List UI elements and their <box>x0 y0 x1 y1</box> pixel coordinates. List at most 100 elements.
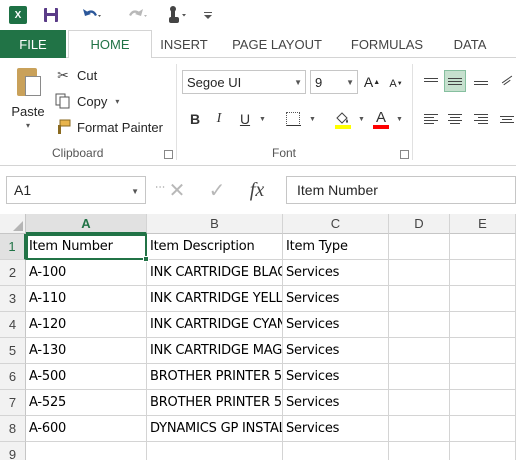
cell-c3[interactable]: Services <box>283 286 389 312</box>
save-button[interactable] <box>40 4 62 26</box>
cell-b3[interactable]: INK CARTRIDGE YELLOW <box>147 286 283 312</box>
font-size-select[interactable]: 9 ▼ <box>310 70 358 94</box>
decrease-indent-button[interactable] <box>496 108 516 130</box>
cell-b9[interactable] <box>147 442 283 460</box>
align-left-button[interactable] <box>420 108 442 130</box>
cell-a9[interactable] <box>26 442 147 460</box>
orientation-button[interactable] <box>496 70 516 92</box>
borders-dropdown-icon[interactable]: ▼ <box>309 116 316 123</box>
tab-insert[interactable]: INSERT <box>152 30 216 58</box>
bold-button[interactable]: B <box>186 108 204 130</box>
cell-b5[interactable]: INK CARTRIDGE MAGENTA <box>147 338 283 364</box>
tab-page-layout[interactable]: PAGE LAYOUT <box>222 30 332 58</box>
cell-d4[interactable] <box>389 312 450 338</box>
tab-file[interactable]: FILE <box>0 30 66 58</box>
cell-d7[interactable] <box>389 390 450 416</box>
cell-c2[interactable]: Services <box>283 260 389 286</box>
cell-e1[interactable] <box>450 234 516 260</box>
fill-color-button[interactable] <box>332 108 354 130</box>
italic-button[interactable]: I <box>210 108 228 130</box>
undo-button[interactable] <box>74 4 110 26</box>
cell-d8[interactable] <box>389 416 450 442</box>
column-header-a[interactable]: A <box>26 214 147 234</box>
cell-a1[interactable]: Item Number <box>26 234 147 260</box>
cell-e6[interactable] <box>450 364 516 390</box>
cell-d3[interactable] <box>389 286 450 312</box>
row-header-7[interactable]: 7 <box>0 390 26 416</box>
cell-c7[interactable]: Services <box>283 390 389 416</box>
underline-button[interactable]: U <box>234 108 256 130</box>
enter-entry-button[interactable]: ✓ <box>204 176 230 204</box>
cell-b1[interactable]: Item Description <box>147 234 283 260</box>
cell-c8[interactable]: Services <box>283 416 389 442</box>
paste-dropdown-icon[interactable]: ▾ <box>26 121 30 130</box>
paste-button[interactable]: Paste ▾ <box>6 64 50 140</box>
fill-color-dropdown-icon[interactable]: ▼ <box>358 116 365 123</box>
borders-button[interactable] <box>282 108 304 130</box>
copy-dropdown-icon[interactable]: ▾ <box>115 97 119 106</box>
cell-e9[interactable] <box>450 442 516 460</box>
row-header-5[interactable]: 5 <box>0 338 26 364</box>
align-right-button[interactable] <box>470 108 492 130</box>
column-header-d[interactable]: D <box>389 214 450 234</box>
font-color-dropdown-icon[interactable]: ▼ <box>396 116 403 123</box>
column-header-c[interactable]: C <box>283 214 389 234</box>
cell-c4[interactable]: Services <box>283 312 389 338</box>
cell-e8[interactable] <box>450 416 516 442</box>
cell-e5[interactable] <box>450 338 516 364</box>
cell-c9[interactable] <box>283 442 389 460</box>
cell-d2[interactable] <box>389 260 450 286</box>
customize-qat-button[interactable] <box>200 4 216 26</box>
align-center-button[interactable] <box>444 108 466 130</box>
redo-button[interactable] <box>120 4 156 26</box>
cell-a8[interactable]: A-600 <box>26 416 147 442</box>
select-all-button[interactable] <box>0 214 26 234</box>
row-header-4[interactable]: 4 <box>0 312 26 338</box>
align-middle-button[interactable] <box>444 70 466 92</box>
column-header-e[interactable]: E <box>450 214 516 234</box>
font-color-button[interactable]: A <box>370 108 392 130</box>
cell-c5[interactable]: Services <box>283 338 389 364</box>
increase-font-size-button[interactable]: A ▲ <box>362 72 382 92</box>
cell-e2[interactable] <box>450 260 516 286</box>
insert-function-button[interactable]: fx <box>244 176 270 204</box>
underline-dropdown-icon[interactable]: ▼ <box>259 116 266 123</box>
clipboard-dialog-launcher-icon[interactable] <box>164 150 173 159</box>
cell-a3[interactable]: A-110 <box>26 286 147 312</box>
decrease-font-size-button[interactable]: A ▼ <box>386 74 406 94</box>
cell-d1[interactable] <box>389 234 450 260</box>
cell-c6[interactable]: Services <box>283 364 389 390</box>
column-header-b[interactable]: B <box>147 214 283 234</box>
row-header-2[interactable]: 2 <box>0 260 26 286</box>
touch-mode-button[interactable] <box>160 4 194 26</box>
cell-a2[interactable]: A-100 <box>26 260 147 286</box>
cell-d6[interactable] <box>389 364 450 390</box>
cell-e4[interactable] <box>450 312 516 338</box>
cell-b4[interactable]: INK CARTRIDGE CYAN <box>147 312 283 338</box>
cell-e3[interactable] <box>450 286 516 312</box>
fill-handle[interactable] <box>143 256 149 262</box>
cell-e7[interactable] <box>450 390 516 416</box>
align-top-button[interactable] <box>420 70 442 92</box>
row-header-8[interactable]: 8 <box>0 416 26 442</box>
cell-d9[interactable] <box>389 442 450 460</box>
cell-a6[interactable]: A-500 <box>26 364 147 390</box>
cell-b2[interactable]: INK CARTRIDGE BLACK <box>147 260 283 286</box>
cell-c1[interactable]: Item Type <box>283 234 389 260</box>
cell-b8[interactable]: DYNAMICS GP INSTALL <box>147 416 283 442</box>
cut-button[interactable]: ✂ Cut <box>54 64 97 86</box>
excel-app-icon[interactable]: X <box>8 4 28 26</box>
worksheet-grid[interactable]: A B C D E 1 Item Number Item Description Item Ty… <box>0 214 516 460</box>
cell-d5[interactable] <box>389 338 450 364</box>
cell-b6[interactable]: BROTHER PRINTER 500 <box>147 364 283 390</box>
font-dialog-launcher-icon[interactable] <box>400 150 409 159</box>
tab-formulas[interactable]: FORMULAS <box>342 30 432 58</box>
cell-a7[interactable]: A-525 <box>26 390 147 416</box>
align-bottom-button[interactable] <box>470 70 492 92</box>
tab-home[interactable]: HOME <box>68 30 152 59</box>
cancel-entry-button[interactable]: ✕ <box>164 176 190 204</box>
row-header-9[interactable]: 9 <box>0 442 26 460</box>
row-header-3[interactable]: 3 <box>0 286 26 312</box>
name-box[interactable]: A1 ▼ <box>6 176 146 204</box>
cell-a4[interactable]: A-120 <box>26 312 147 338</box>
